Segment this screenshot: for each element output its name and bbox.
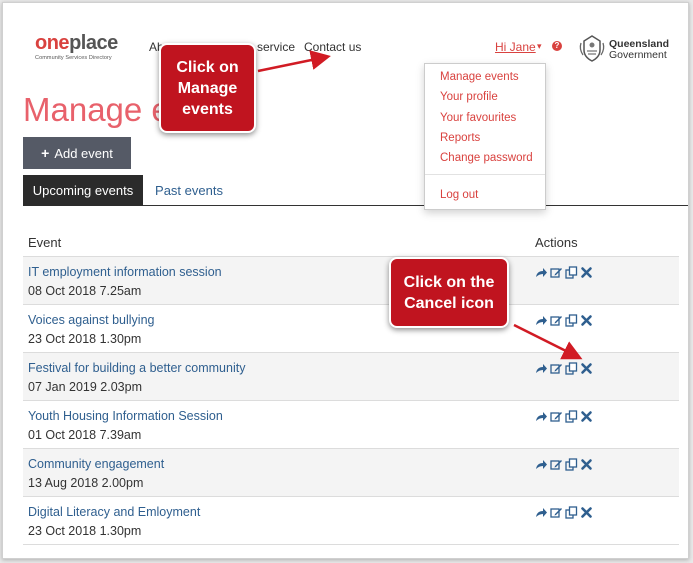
event-date: 07 Jan 2019 2.03pm <box>28 380 142 394</box>
cancel-icon[interactable] <box>580 458 593 471</box>
cancel-icon[interactable] <box>580 314 593 327</box>
page-title: Manage e <box>23 91 170 128</box>
event-date: 01 Oct 2018 7.39am <box>28 428 142 442</box>
row-actions <box>535 362 593 375</box>
help-icon[interactable]: ? <box>552 41 562 51</box>
user-menu-toggle[interactable]: Hi Jane <box>495 40 536 54</box>
table-row: Festival for building a better community… <box>23 353 679 401</box>
event-date: 23 Oct 2018 1.30pm <box>28 332 142 346</box>
row-actions <box>535 506 593 519</box>
copy-icon[interactable] <box>565 458 578 471</box>
copy-icon[interactable] <box>565 314 578 327</box>
menu-item-change-password[interactable]: Change password <box>440 152 533 164</box>
share-icon[interactable] <box>535 410 548 423</box>
event-title-link[interactable]: IT employment information session <box>28 265 222 279</box>
share-icon[interactable] <box>535 266 548 279</box>
edit-icon[interactable] <box>550 362 563 375</box>
oneplace-logo[interactable]: oneplace Community Services Directory <box>35 33 118 61</box>
cancel-icon[interactable] <box>580 362 593 375</box>
callout-cancel-icon: Click on the Cancel icon <box>389 257 509 328</box>
logo-subtitle: Community Services Directory <box>35 55 112 61</box>
events-table-body: IT employment information session 08 Oct … <box>23 257 679 545</box>
nav-contact-link[interactable]: Contact us <box>304 40 361 54</box>
event-tabs: Upcoming events Past events <box>23 175 688 206</box>
copy-icon[interactable] <box>565 266 578 279</box>
table-row: Digital Literacy and Emloyment 23 Oct 201… <box>23 497 679 545</box>
cancel-icon[interactable] <box>580 506 593 519</box>
table-row: IT employment information session 08 Oct … <box>23 257 679 305</box>
add-event-label: Add event <box>54 145 113 161</box>
copy-icon[interactable] <box>565 410 578 423</box>
column-header-actions: Actions <box>535 235 578 250</box>
edit-icon[interactable] <box>550 314 563 327</box>
event-title-link[interactable]: Festival for building a better community <box>28 361 245 375</box>
menu-item-reports[interactable]: Reports <box>440 132 480 144</box>
cancel-icon[interactable] <box>580 410 593 423</box>
table-row: Community engagement 13 Aug 2018 2.00pm <box>23 449 679 497</box>
queensland-government-logo: Queensland Government <box>609 38 670 61</box>
callout-manage-events: Click on Manage events <box>159 43 256 133</box>
share-icon[interactable] <box>535 458 548 471</box>
row-actions <box>535 410 593 423</box>
table-row: Youth Housing Information Session 01 Oct … <box>23 401 679 449</box>
event-date: 13 Aug 2018 2.00pm <box>28 476 144 490</box>
add-event-button[interactable]: + Add event <box>23 137 131 169</box>
queensland-crest-icon <box>579 35 605 62</box>
edit-icon[interactable] <box>550 506 563 519</box>
event-title-link[interactable]: Voices against bullying <box>28 313 154 327</box>
cancel-icon[interactable] <box>580 266 593 279</box>
share-icon[interactable] <box>535 362 548 375</box>
event-title-link[interactable]: Digital Literacy and Emloyment <box>28 505 200 519</box>
row-actions <box>535 266 593 279</box>
share-icon[interactable] <box>535 314 548 327</box>
edit-icon[interactable] <box>550 266 563 279</box>
menu-divider <box>425 174 545 175</box>
table-header: Event Actions <box>23 229 679 257</box>
edit-icon[interactable] <box>550 410 563 423</box>
menu-item-your-profile[interactable]: Your profile <box>440 91 498 103</box>
chevron-down-icon: ▾ <box>537 41 542 51</box>
event-title-link[interactable]: Community engagement <box>28 457 164 471</box>
tab-past-events[interactable]: Past events <box>143 175 235 206</box>
menu-item-your-favourites[interactable]: Your favourites <box>440 112 516 124</box>
column-header-event: Event <box>28 235 62 250</box>
row-actions <box>535 458 593 471</box>
row-actions <box>535 314 593 327</box>
plus-icon: + <box>41 145 50 161</box>
user-dropdown-menu: Manage events Your profile Your favourit… <box>424 63 546 210</box>
copy-icon[interactable] <box>565 362 578 375</box>
app-window: oneplace Community Services Directory Ab… <box>2 2 689 559</box>
edit-icon[interactable] <box>550 458 563 471</box>
event-date: 23 Oct 2018 1.30pm <box>28 524 142 538</box>
tab-upcoming-events[interactable]: Upcoming events <box>23 175 143 206</box>
share-icon[interactable] <box>535 506 548 519</box>
copy-icon[interactable] <box>565 506 578 519</box>
menu-item-log-out[interactable]: Log out <box>440 189 478 201</box>
nav-service-link[interactable]: service <box>257 40 295 54</box>
event-date: 08 Oct 2018 7.25am <box>28 284 142 298</box>
event-title-link[interactable]: Youth Housing Information Session <box>28 409 223 423</box>
table-row: Voices against bullying 23 Oct 2018 1.30p… <box>23 305 679 353</box>
menu-item-manage-events[interactable]: Manage events <box>440 71 519 83</box>
